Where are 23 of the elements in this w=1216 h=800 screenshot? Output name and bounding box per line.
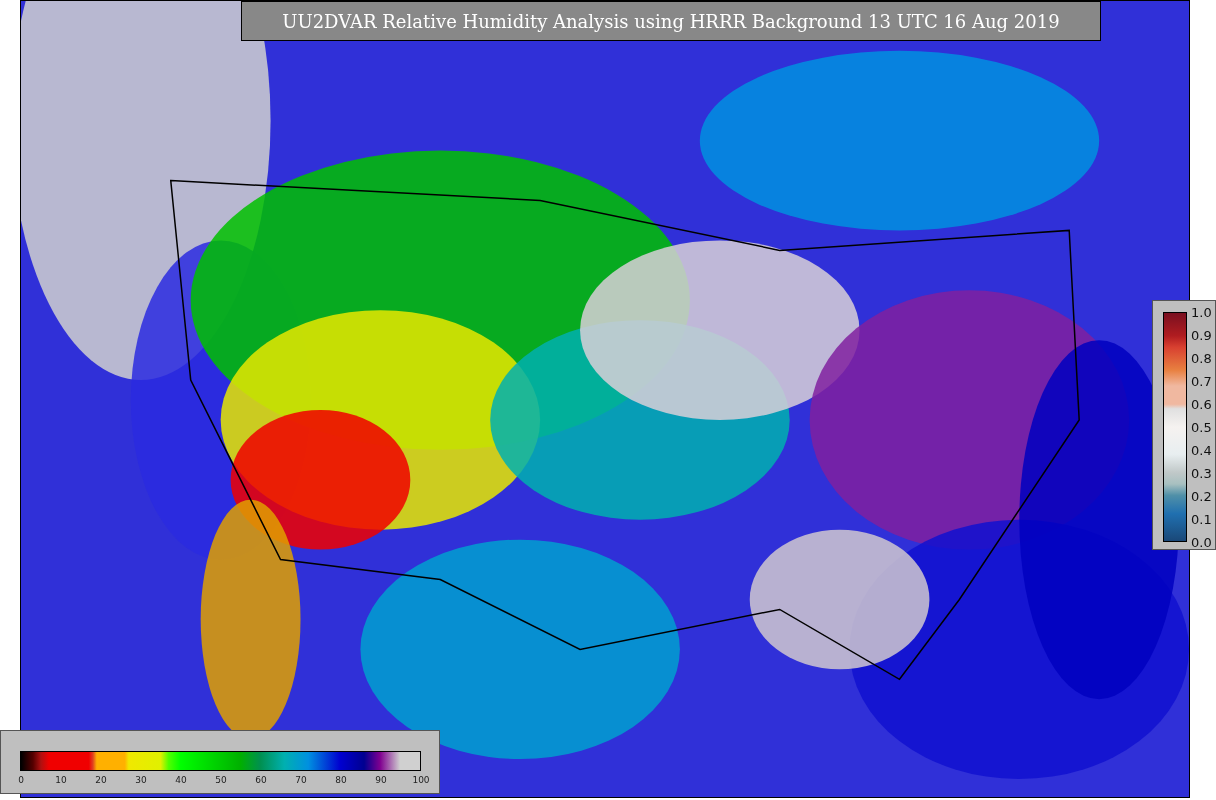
colorbar-tick-label: 0.5 [1191,419,1212,435]
colorbar-tick-label: 60 [255,775,267,785]
colorbar-tick-label: 0.2 [1191,488,1212,504]
colorbar-tick-label: 0.6 [1191,396,1212,412]
colorbar-tick-label: 80 [335,775,347,785]
colorbar-tick-label: 10 [55,775,67,785]
colorbar-tick-label: 50 [215,775,227,785]
colorbar-tick-label: 0.8 [1191,350,1212,366]
colorbar-tick-label: 100 [412,775,430,785]
colorbar-tick-label: 0.3 [1191,465,1212,481]
colorbar-tick-label: 40 [175,775,187,785]
colorbar-tick-label: 90 [375,775,387,785]
colorbar-tick-label: 1.0 [1191,304,1212,320]
colorbar-tick-label: 0.4 [1191,442,1212,458]
colorbar-tick-label: 0.1 [1191,511,1212,527]
colorbar-tick-label: 20 [95,775,107,785]
map-title: UU2DVAR Relative Humidity Analysis using HRRR Background 13 UTC 16 Aug 2019 [241,1,1101,41]
colorbar-tick-label: 0.7 [1191,373,1212,389]
colorbar-tick-label: 30 [135,775,147,785]
colorbar-tick-label: 70 [295,775,307,785]
colorbar-tick-label: 0.9 [1191,327,1212,343]
colorbar-tick-label: 0.0 [1191,534,1212,550]
colorbar-tick-label: 0 [18,775,24,785]
